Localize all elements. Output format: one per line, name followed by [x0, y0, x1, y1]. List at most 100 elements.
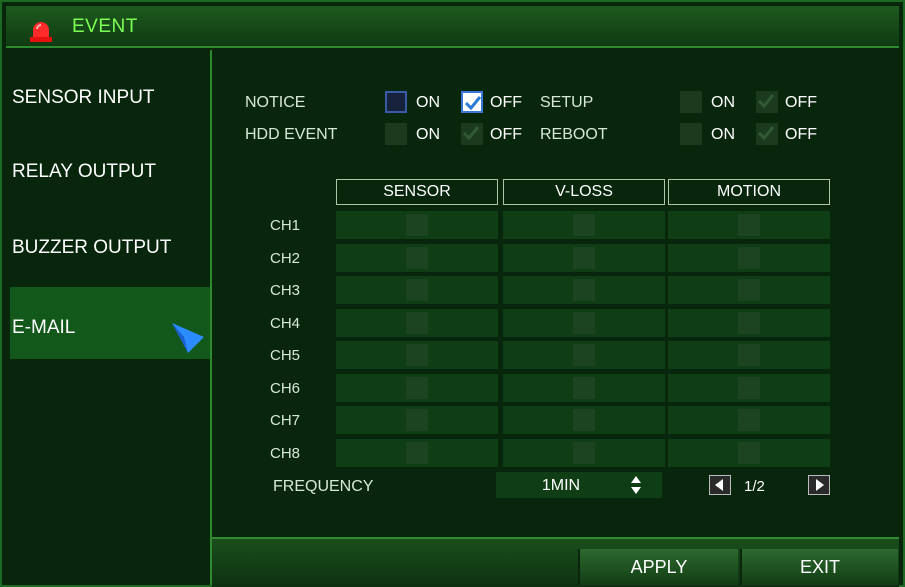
exit-button[interactable]: EXIT — [740, 549, 898, 585]
setup-off-label: OFF — [785, 94, 817, 111]
sensor-checkbox[interactable] — [406, 214, 428, 236]
setup-off-checkbox[interactable] — [756, 91, 778, 113]
table-cell — [336, 406, 498, 434]
hdd-event-off-label: OFF — [490, 126, 522, 143]
column-header-motion: MOTION — [668, 179, 830, 205]
channel-label: CH5 — [270, 347, 301, 364]
apply-button[interactable]: APPLY — [578, 549, 738, 585]
sidebar-item-sensor-input[interactable]: SENSOR INPUT — [10, 88, 210, 160]
motion-checkbox[interactable] — [738, 279, 760, 301]
table-cell — [336, 438, 498, 467]
column-header-v-loss: V-LOSS — [503, 179, 665, 205]
v-loss-checkbox[interactable] — [573, 279, 595, 301]
notice-off-checkbox[interactable] — [461, 91, 483, 113]
hdd-event-label: HDD EVENT — [245, 126, 338, 143]
table-cell — [668, 373, 830, 402]
cursor-arrow-icon — [170, 319, 206, 355]
motion-checkbox[interactable] — [738, 246, 760, 269]
channel-label: CH6 — [270, 379, 301, 397]
checkmark-icon — [757, 126, 775, 141]
table-cell — [668, 308, 830, 337]
table-cell — [336, 341, 498, 369]
motion-checkbox[interactable] — [738, 441, 760, 464]
sensor-checkbox[interactable] — [406, 344, 428, 366]
table-cell — [503, 438, 665, 467]
table-cell — [503, 276, 665, 304]
channel-label: CH8 — [270, 444, 301, 462]
table-cell — [336, 276, 498, 304]
sidebar: SENSOR INPUT RELAY OUTPUT BUZZER OUTPUT … — [6, 50, 212, 585]
sidebar-item-label: SENSOR INPUT — [12, 87, 155, 108]
notice-label: NOTICE — [245, 94, 306, 111]
frequency-value: 1MIN — [541, 477, 581, 494]
sidebar-item-label: RELAY OUTPUT — [12, 161, 156, 182]
table-cell — [336, 243, 498, 272]
sensor-checkbox[interactable] — [406, 376, 428, 399]
reboot-on-checkbox[interactable] — [680, 123, 702, 145]
table-cell — [503, 211, 665, 239]
triangle-right-icon — [816, 479, 824, 491]
bottom-bar: APPLY EXIT — [212, 537, 899, 587]
v-loss-checkbox[interactable] — [573, 376, 595, 399]
table-cell — [668, 341, 830, 369]
frequency-label: FREQUENCY — [273, 478, 374, 495]
channel-label: CH7 — [270, 412, 301, 429]
sensor-checkbox[interactable] — [406, 409, 428, 431]
sensor-checkbox[interactable] — [406, 246, 428, 269]
motion-checkbox[interactable] — [738, 409, 760, 431]
table-cell — [336, 373, 498, 402]
sensor-checkbox[interactable] — [406, 441, 428, 464]
event-window: EVENT SENSOR INPUT RELAY OUTPUT BUZZER O… — [0, 0, 905, 587]
channel-label: CH2 — [270, 249, 301, 267]
column-header-sensor: SENSOR — [336, 179, 498, 205]
v-loss-checkbox[interactable] — [573, 344, 595, 366]
sidebar-item-label: BUZZER OUTPUT — [12, 237, 172, 258]
table-cell — [503, 341, 665, 369]
reboot-label: REBOOT — [540, 126, 608, 143]
reboot-off-checkbox[interactable] — [756, 123, 778, 145]
triangle-left-icon — [715, 479, 723, 491]
reboot-off-label: OFF — [785, 126, 817, 143]
motion-checkbox[interactable] — [738, 311, 760, 334]
sidebar-item-label: E-MAIL — [12, 317, 76, 338]
checkmark-icon — [757, 94, 775, 109]
motion-checkbox[interactable] — [738, 214, 760, 236]
hdd-event-on-label: ON — [416, 126, 440, 143]
spinner-arrows-icon[interactable] — [630, 475, 642, 495]
setup-on-label: ON — [711, 94, 735, 111]
table-cell — [336, 211, 498, 239]
hdd-event-off-checkbox[interactable] — [461, 123, 483, 145]
sensor-checkbox[interactable] — [406, 279, 428, 301]
table-cell — [503, 243, 665, 272]
title-bar: EVENT — [6, 6, 899, 48]
prev-page-button[interactable] — [709, 475, 731, 495]
v-loss-checkbox[interactable] — [573, 246, 595, 269]
hdd-event-on-checkbox[interactable] — [385, 123, 407, 145]
v-loss-checkbox[interactable] — [573, 409, 595, 431]
frequency-select[interactable]: 1MIN — [496, 472, 662, 498]
table-cell — [336, 308, 498, 337]
table-cell — [668, 243, 830, 272]
notice-on-checkbox[interactable] — [385, 91, 407, 113]
v-loss-checkbox[interactable] — [573, 311, 595, 334]
v-loss-checkbox[interactable] — [573, 214, 595, 236]
v-loss-checkbox[interactable] — [573, 441, 595, 464]
window-title: EVENT — [72, 16, 138, 37]
table-cell — [668, 406, 830, 434]
alarm-siren-icon — [28, 20, 54, 42]
setup-on-checkbox[interactable] — [680, 91, 702, 113]
table-cell — [668, 211, 830, 239]
reboot-on-label: ON — [711, 126, 735, 143]
main-panel: NOTICE ON OFF SETUP ON OFF HDD EVENT ON … — [212, 50, 899, 587]
setup-label: SETUP — [540, 94, 594, 111]
table-cell — [503, 373, 665, 402]
sensor-checkbox[interactable] — [406, 311, 428, 334]
motion-checkbox[interactable] — [738, 344, 760, 366]
checkmark-icon — [462, 126, 480, 141]
next-page-button[interactable] — [808, 475, 830, 495]
motion-checkbox[interactable] — [738, 376, 760, 399]
notice-on-label: ON — [416, 94, 440, 111]
notice-off-label: OFF — [490, 94, 522, 111]
sidebar-item-email[interactable]: E-MAIL — [10, 287, 210, 359]
sidebar-item-relay-output[interactable]: RELAY OUTPUT — [10, 162, 210, 234]
